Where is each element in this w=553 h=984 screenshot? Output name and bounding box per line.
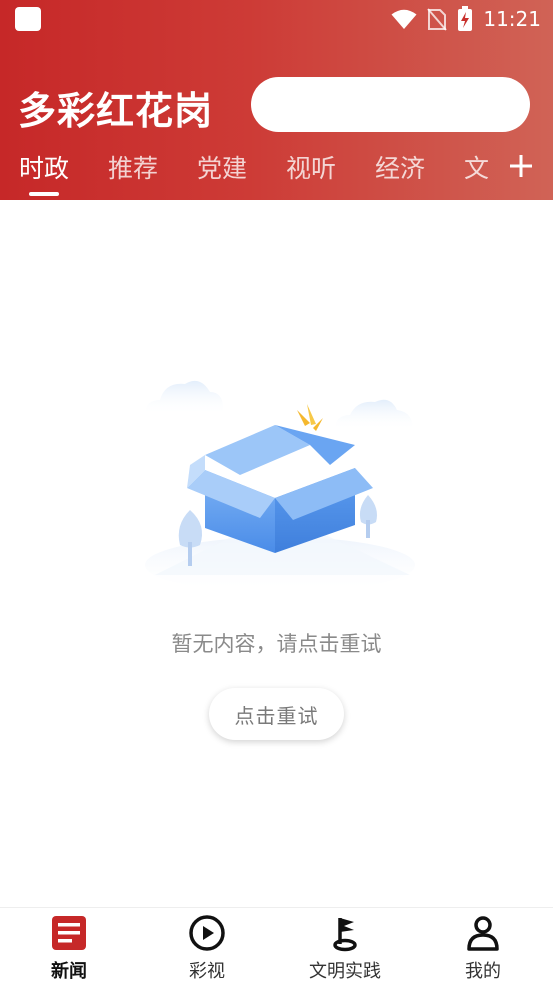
app-header: 11:21 多彩红花岗 时政 推荐 党建 视听 经济 文 xyxy=(0,0,553,200)
nav-me[interactable]: 我的 xyxy=(414,908,552,984)
search-input[interactable] xyxy=(251,77,530,132)
tab-jingji[interactable]: 经济 xyxy=(375,149,425,185)
nav-me-label: 我的 xyxy=(465,961,501,982)
user-icon xyxy=(467,916,499,951)
bottom-navigation: 新闻 彩视 文明实践 我的 xyxy=(0,907,553,983)
status-bar: 11:21 xyxy=(0,0,553,38)
battery-charging-icon xyxy=(458,6,473,31)
tab-dangjian[interactable]: 党建 xyxy=(197,149,247,185)
nav-news[interactable]: 新闻 xyxy=(0,908,138,984)
nav-news-label: 新闻 xyxy=(51,961,87,982)
no-sim-icon xyxy=(427,8,448,31)
wifi-icon xyxy=(391,9,417,29)
empty-box-illustration xyxy=(145,380,415,593)
news-icon xyxy=(52,916,86,950)
channel-tabs: 时政 推荐 党建 视听 经济 文 xyxy=(0,145,500,200)
nav-video[interactable]: 彩视 xyxy=(138,908,276,984)
active-tab-indicator xyxy=(29,192,59,196)
flag-icon xyxy=(333,918,357,952)
app-title: 多彩红花岗 xyxy=(18,88,214,133)
empty-message: 暂无内容，请点击重试 xyxy=(171,632,382,656)
tab-tuijian[interactable]: 推荐 xyxy=(108,149,158,185)
tab-shizheng[interactable]: 时政 xyxy=(19,149,69,185)
nav-civilization-label: 文明实践 xyxy=(309,961,381,982)
nav-video-label: 彩视 xyxy=(189,961,225,982)
nav-civilization[interactable]: 文明实践 xyxy=(276,908,414,984)
tab-shiting[interactable]: 视听 xyxy=(286,149,336,185)
tab-wen[interactable]: 文 xyxy=(464,149,489,185)
play-icon xyxy=(189,915,225,951)
add-channel-icon[interactable] xyxy=(505,150,537,182)
retry-button[interactable]: 点击重试 xyxy=(209,688,344,740)
status-icons: 11:21 xyxy=(391,6,541,32)
status-time: 11:21 xyxy=(483,7,541,31)
notification-app-icon xyxy=(15,7,41,31)
